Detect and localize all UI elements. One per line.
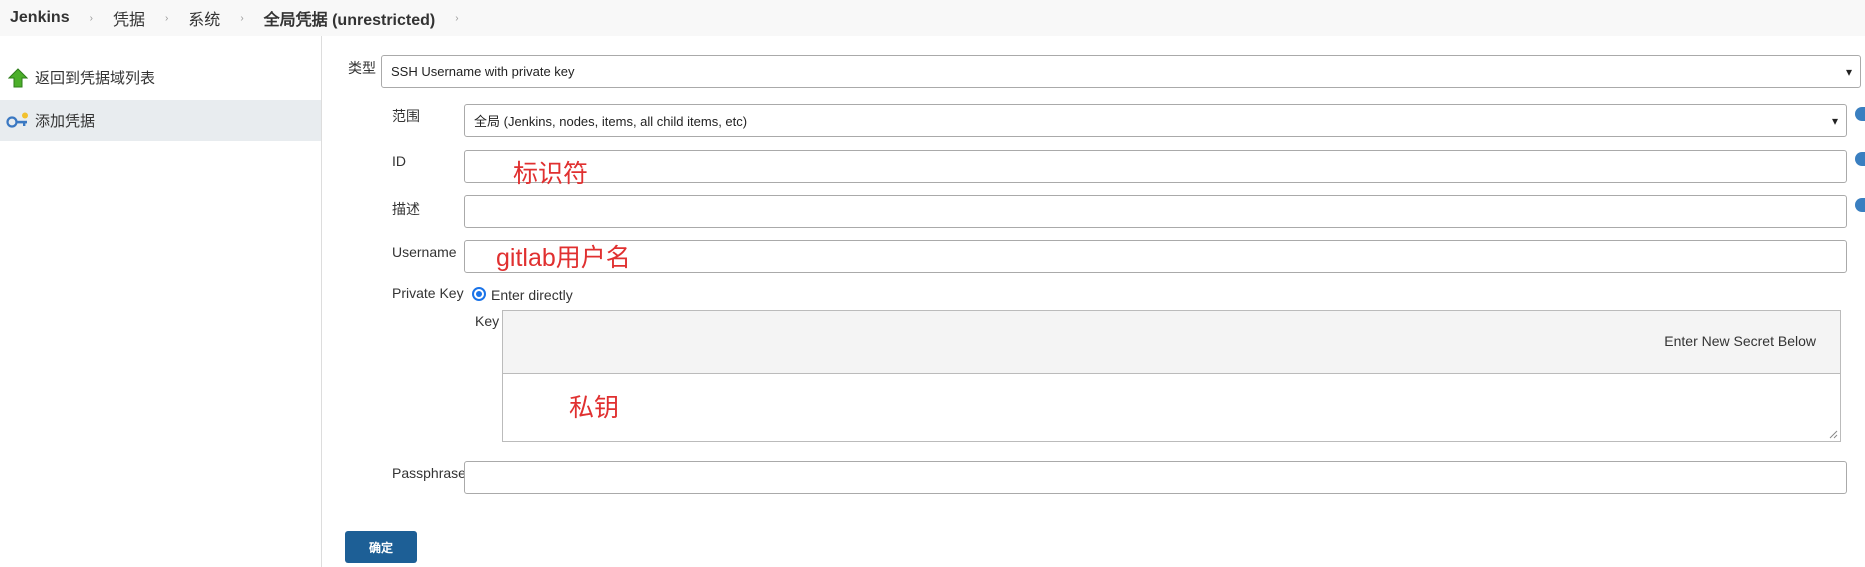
key-icon	[0, 112, 35, 130]
green-up-arrow-icon	[0, 67, 35, 88]
breadcrumb-jenkins[interactable]: Jenkins	[10, 9, 70, 27]
breadcrumb-system[interactable]: 系统	[188, 6, 220, 30]
scope-select[interactable]: 全局 (Jenkins, nodes, items, all child ite…	[464, 104, 1847, 137]
scope-label: 范围	[392, 108, 420, 124]
kind-select-value: SSH Username with private key	[391, 64, 575, 79]
enter-directly-radio[interactable]	[472, 287, 486, 301]
id-field[interactable]	[464, 150, 1847, 183]
kind-label: 类型	[348, 60, 376, 76]
chevron-right-icon[interactable]: ›	[90, 13, 93, 24]
ok-button[interactable]: 确定	[345, 531, 417, 563]
private-key-label: Private Key	[392, 285, 464, 301]
help-icon[interactable]	[1855, 198, 1865, 212]
sidebar-item-label: 返回到凭据域列表	[35, 70, 156, 87]
passphrase-label: Passphrase	[392, 465, 466, 481]
annotation-key: 私钥	[569, 394, 620, 422]
chevron-right-icon[interactable]: ›	[240, 13, 243, 24]
sidebar-item-add-credentials[interactable]: 添加凭据	[0, 100, 321, 141]
breadcrumb: Jenkins › 凭据 › 系统 › 全局凭据 (unrestricted) …	[0, 0, 1865, 36]
enter-directly-label[interactable]: Enter directly	[491, 287, 573, 303]
chevron-down-icon: ▾	[1845, 64, 1852, 79]
username-label: Username	[392, 244, 457, 260]
annotation-username: gitlab用户名	[496, 244, 631, 272]
scope-select-value: 全局 (Jenkins, nodes, items, all child ite…	[474, 114, 748, 129]
id-label: ID	[392, 153, 406, 169]
resize-handle-icon[interactable]	[1828, 429, 1838, 439]
chevron-down-icon: ▾	[1831, 113, 1838, 128]
description-label: 描述	[392, 201, 420, 217]
description-field[interactable]	[464, 195, 1847, 228]
kind-select[interactable]: SSH Username with private key ▾	[381, 55, 1861, 88]
sidebar-item-label: 添加凭据	[35, 113, 96, 130]
key-textarea[interactable]: Enter New Secret Below	[502, 310, 1841, 442]
chevron-right-icon[interactable]: ›	[165, 13, 168, 24]
key-secret-header: Enter New Secret Below	[503, 311, 1840, 374]
key-label: Key	[475, 313, 500, 329]
radio-selected-dot	[476, 291, 482, 297]
chevron-right-icon[interactable]: ›	[455, 13, 458, 24]
annotation-id: 标识符	[513, 160, 589, 188]
help-icon[interactable]	[1855, 107, 1865, 121]
sidebar: 返回到凭据域列表 添加凭据	[0, 36, 322, 567]
username-field[interactable]	[464, 240, 1847, 273]
breadcrumb-global-credentials[interactable]: 全局凭据 (unrestricted)	[264, 6, 436, 30]
key-secret-header-text: Enter New Secret Below	[1664, 333, 1816, 349]
passphrase-field[interactable]	[464, 461, 1847, 494]
sidebar-item-back-to-domains[interactable]: 返回到凭据域列表	[0, 57, 321, 98]
breadcrumb-credentials[interactable]: 凭据	[113, 6, 145, 30]
help-icon[interactable]	[1855, 152, 1865, 166]
